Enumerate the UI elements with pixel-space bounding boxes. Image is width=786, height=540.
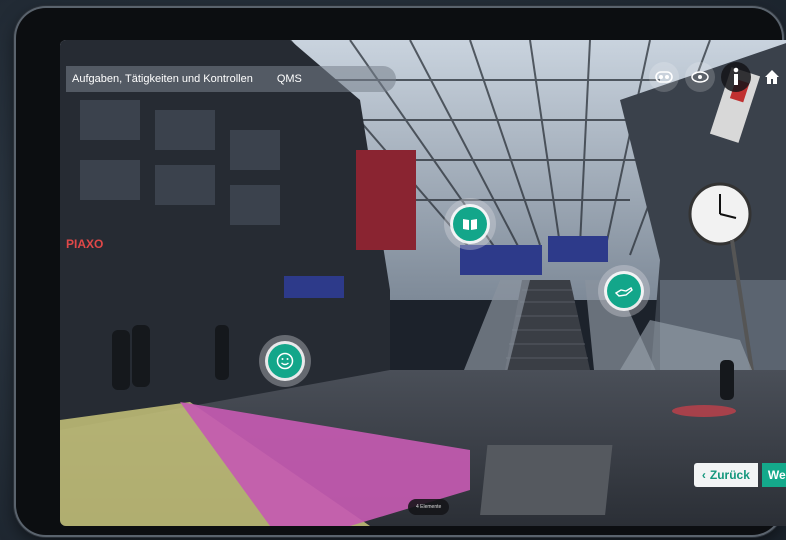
scene-pill-label: 4 Elemente (416, 504, 442, 510)
back-button-label: Zurück (709, 468, 750, 482)
station-panorama: PIAXO (60, 40, 786, 526)
next-button[interactable]: Wei (761, 463, 786, 487)
smiley-icon (268, 344, 302, 378)
book-icon (453, 207, 487, 241)
hotspot-hand[interactable] (598, 265, 650, 317)
back-button[interactable]: ‹ Zurück (693, 463, 758, 487)
breadcrumb-item[interactable]: Aufgaben, Tätigkeiten und Kontrollen (72, 73, 253, 85)
breadcrumb: Aufgaben, Tätigkeiten und Kontrollen QMS (66, 66, 396, 92)
tablet-frame: PIAXO Aufgaben, Tätigkeiten und Kontroll… (16, 8, 786, 535)
scene-pill[interactable]: 4 Elemente (408, 499, 450, 515)
breadcrumb-item-current[interactable]: QMS (277, 73, 302, 85)
info-icon[interactable] (721, 62, 751, 92)
svg-text:PIAXO: PIAXO (66, 237, 103, 251)
hotspot-book[interactable] (444, 198, 496, 250)
next-button-label: Wei (767, 468, 786, 482)
hotspot-smiley[interactable] (259, 335, 311, 387)
hand-icon (607, 274, 641, 308)
panorama-viewer[interactable]: PIAXO Aufgaben, Tätigkeiten und Kontroll… (60, 40, 786, 526)
chevron-left-icon: ‹ (701, 468, 706, 482)
360-view-icon[interactable] (685, 62, 715, 92)
vr-goggles-icon[interactable] (649, 62, 679, 92)
scene-navigation: ‹ Zurück Wei (693, 463, 786, 487)
toolbar (649, 62, 786, 92)
home-icon[interactable] (757, 62, 786, 92)
